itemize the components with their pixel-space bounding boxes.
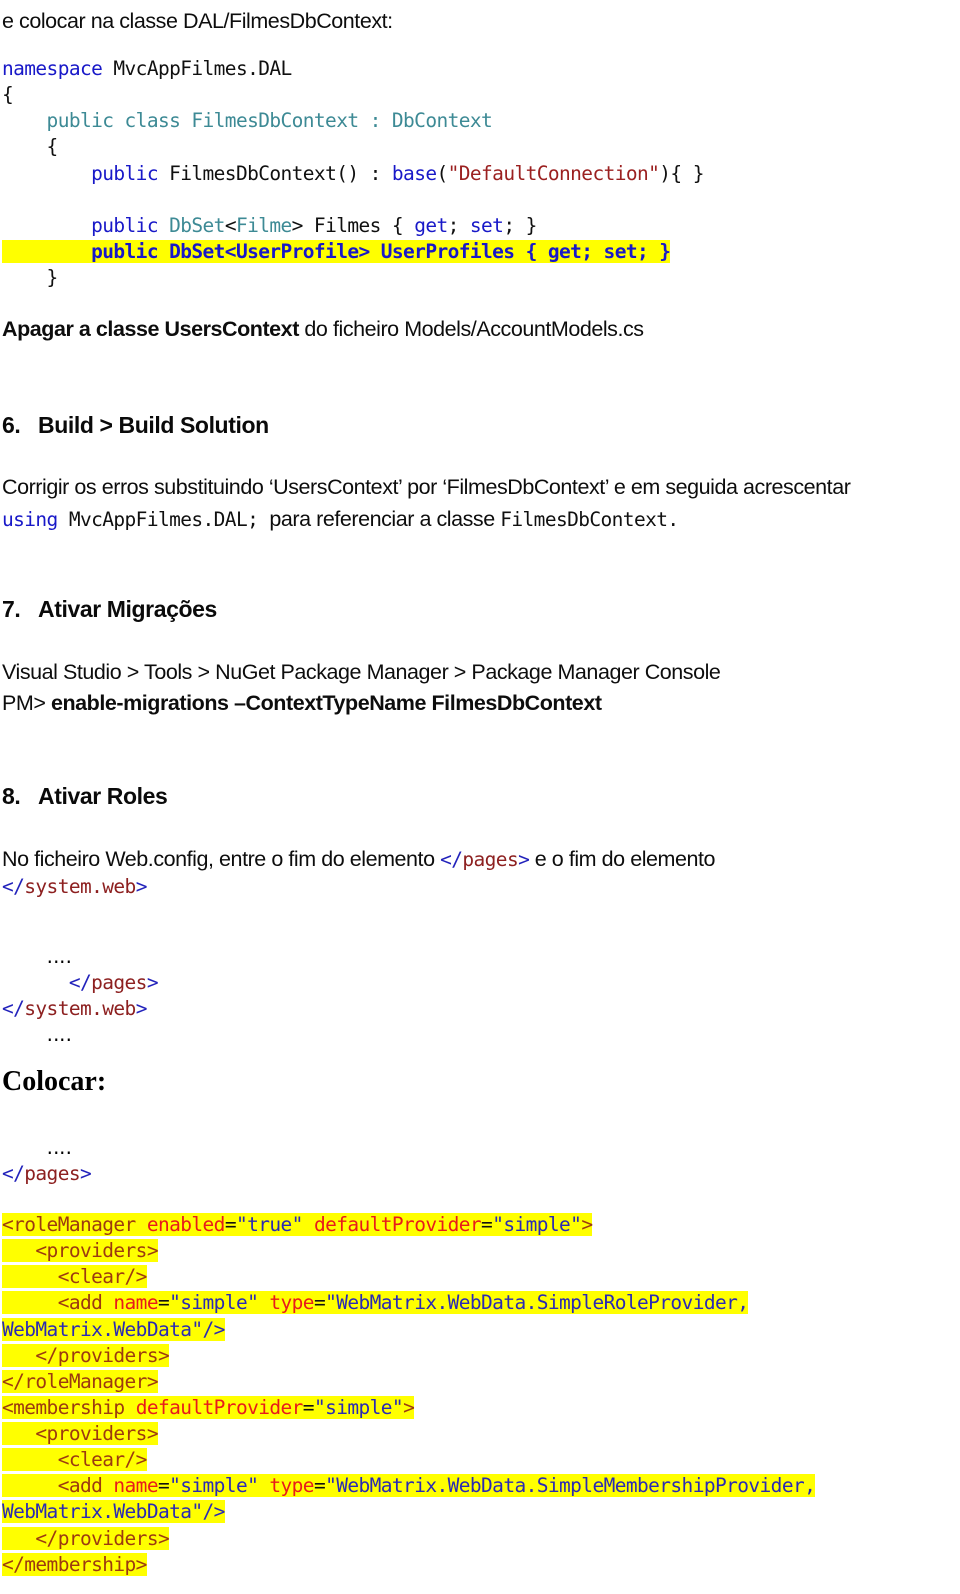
xml-line: <add name="simple" type="WebMatrix.WebDa… <box>2 1473 952 1499</box>
csharp-line: { <box>2 134 952 160</box>
corrigir-line-1: Corrigir os erros substituindo ‘UsersCon… <box>2 475 851 499</box>
step-8-heading: 8. Ativar Roles <box>2 783 168 810</box>
using-namespace: MvcAppFilmes.DAL; <box>57 508 270 531</box>
xml-content: <providers> <box>2 1239 159 1263</box>
document-page: e colocar na classe DAL/FilmesDbContext:… <box>0 0 960 1594</box>
apagar-rest: do ficheiro Models/AccountModels.cs <box>298 317 644 341</box>
xml-line: </membership> <box>2 1552 952 1578</box>
after-snippet-tag: </pages> <box>2 1162 92 1186</box>
csharp-line: public DbSet<Filme> Filmes { get; set; } <box>2 213 952 239</box>
xml-config-block: <roleManager enabled="true" defaultProvi… <box>2 1212 952 1578</box>
xml-line: <providers> <box>2 1421 952 1447</box>
csharp-line: public DbSet<UserProfile> UserProfiles {… <box>2 239 952 265</box>
step-7-number: 7. <box>2 596 21 622</box>
apagar-paragraph: Apagar a classe UsersContext do ficheiro… <box>2 316 942 344</box>
xml-line: <clear/> <box>2 1447 952 1473</box>
csharp-line: namespace MvcAppFilmes.DAL <box>2 56 952 82</box>
existing-snippet-tag: </pages> <box>68 971 159 995</box>
colocar-heading: Colocar: <box>2 1066 107 1097</box>
after-snippet-ellipsis: ‥‥ <box>2 1136 72 1159</box>
csharp-line <box>2 187 952 213</box>
step-7-title: Ativar Migrações <box>38 596 217 622</box>
colocar-context-snippet: ‥‥ </pages> <box>2 1135 92 1187</box>
xml-content: <membership defaultProvider="simple"> <box>2 1395 415 1419</box>
existing-snippet-line: </pages> <box>2 970 159 996</box>
webconfig-instruction-line-1: No ficheiro Web.config, entre o fim do e… <box>2 846 950 874</box>
pages-close-tag-inline: </pages> <box>440 848 530 871</box>
apagar-bold: Apagar a classe UsersContext <box>2 317 299 341</box>
xml-content: <roleManager enabled="true" defaultProvi… <box>2 1213 593 1236</box>
xml-line: </providers> <box>2 1343 952 1369</box>
xml-content: </providers> <box>2 1343 170 1367</box>
after-snippet-line: </pages> <box>2 1161 92 1187</box>
visual-studio-menu-path: Visual Studio > Tools > NuGet Package Ma… <box>2 660 721 684</box>
step-6-title: Build > Build Solution <box>38 412 269 438</box>
xml-line: <roleManager enabled="true" defaultProvi… <box>2 1212 952 1238</box>
pm-command: enable-migrations –ContextTypeName Filme… <box>50 691 602 715</box>
csharp-content: { <box>2 135 59 159</box>
xml-content: <clear/> <box>2 1265 147 1289</box>
existing-snippet-line: </system.web> <box>2 996 158 1022</box>
existing-snippet-ellipsis: ‥‥ <box>2 1023 72 1047</box>
csharp-content: public DbSet<Filme> Filmes { get; set; } <box>91 213 537 237</box>
step-8-number: 8. <box>2 783 21 809</box>
csharp-line: public class FilmesDbContext : DbContext <box>2 108 952 134</box>
xml-line: <membership defaultProvider="simple"> <box>2 1395 952 1421</box>
csharp-content: namespace MvcAppFilmes.DAL <box>2 57 292 80</box>
pm-prompt: PM> <box>2 691 51 715</box>
xml-content: WebMatrix.WebData"/> <box>2 1500 225 1524</box>
xml-content: WebMatrix.WebData"/> <box>2 1317 225 1341</box>
xml-line: WebMatrix.WebData"/> <box>2 1317 952 1343</box>
after-snippet-line: ‥‥ <box>2 1135 91 1161</box>
existing-snippet-line: ‥‥ <box>2 1022 158 1048</box>
csharp-line: public FilmesDbContext() : base("Default… <box>2 161 952 187</box>
xml-content: </membership> <box>2 1552 147 1576</box>
step-6-number: 6. <box>2 412 21 438</box>
xml-content: <clear/> <box>2 1448 147 1472</box>
webconfig-text-b: e o fim do elemento <box>529 847 716 871</box>
xml-content: </providers> <box>2 1526 170 1550</box>
xml-content: <add name="simple" type="WebMatrix.WebDa… <box>2 1291 749 1315</box>
xml-line: <add name="simple" type="WebMatrix.WebDa… <box>2 1290 952 1316</box>
step-7-heading: 7. Ativar Migrações <box>2 596 217 623</box>
existing-snippet-tag: </system.web> <box>2 997 147 1021</box>
csharp-code-block: namespace MvcAppFilmes.DAL { public class… <box>2 56 952 291</box>
csharp-line: } <box>2 265 952 291</box>
step-6-heading: 6. Build > Build Solution <box>2 412 269 439</box>
xml-content: <add name="simple" type="WebMatrix.WebDa… <box>2 1474 816 1498</box>
webconfig-text-a: No ficheiro Web.config, entre o fim do e… <box>2 847 441 871</box>
pm-console-command-line: PM> enable-migrations –ContextTypeName F… <box>2 690 950 718</box>
existing-snippet-line: ‥‥ <box>2 944 158 970</box>
xml-line: WebMatrix.WebData"/> <box>2 1499 952 1525</box>
csharp-content: } <box>2 266 59 289</box>
xml-content: <providers> <box>2 1422 159 1445</box>
corrigir-line-2: using MvcAppFilmes.DAL; para referenciar… <box>2 506 950 534</box>
xml-content: </roleManager> <box>2 1369 159 1393</box>
systemweb-close-tag-inline: </system.web> <box>2 875 147 898</box>
xml-line: <clear/> <box>2 1264 952 1290</box>
step-8-title: Ativar Roles <box>38 783 168 809</box>
filmesdbcontext-ref: FilmesDbContext. <box>500 508 679 531</box>
corrigir-mid-text: para referenciar a classe <box>269 507 501 531</box>
using-keyword: using <box>2 508 58 531</box>
xml-line: </providers> <box>2 1526 952 1552</box>
csharp-content: { <box>2 83 14 107</box>
csharp-content: public DbSet<UserProfile> UserProfiles {… <box>2 239 671 263</box>
existing-snippet-ellipsis: ‥‥ <box>2 945 72 968</box>
csharp-content: public class FilmesDbContext : DbContext <box>2 109 493 133</box>
csharp-content: public FilmesDbContext() : base("Default… <box>91 161 704 185</box>
xml-line: </roleManager> <box>2 1369 952 1395</box>
intro-paragraph: e colocar na classe DAL/FilmesDbContext: <box>2 9 393 33</box>
xml-line: <providers> <box>2 1238 952 1264</box>
existing-webconfig-snippet: ‥‥ </pages> </system.web> ‥‥ <box>2 944 159 1049</box>
csharp-line: { <box>2 82 952 108</box>
